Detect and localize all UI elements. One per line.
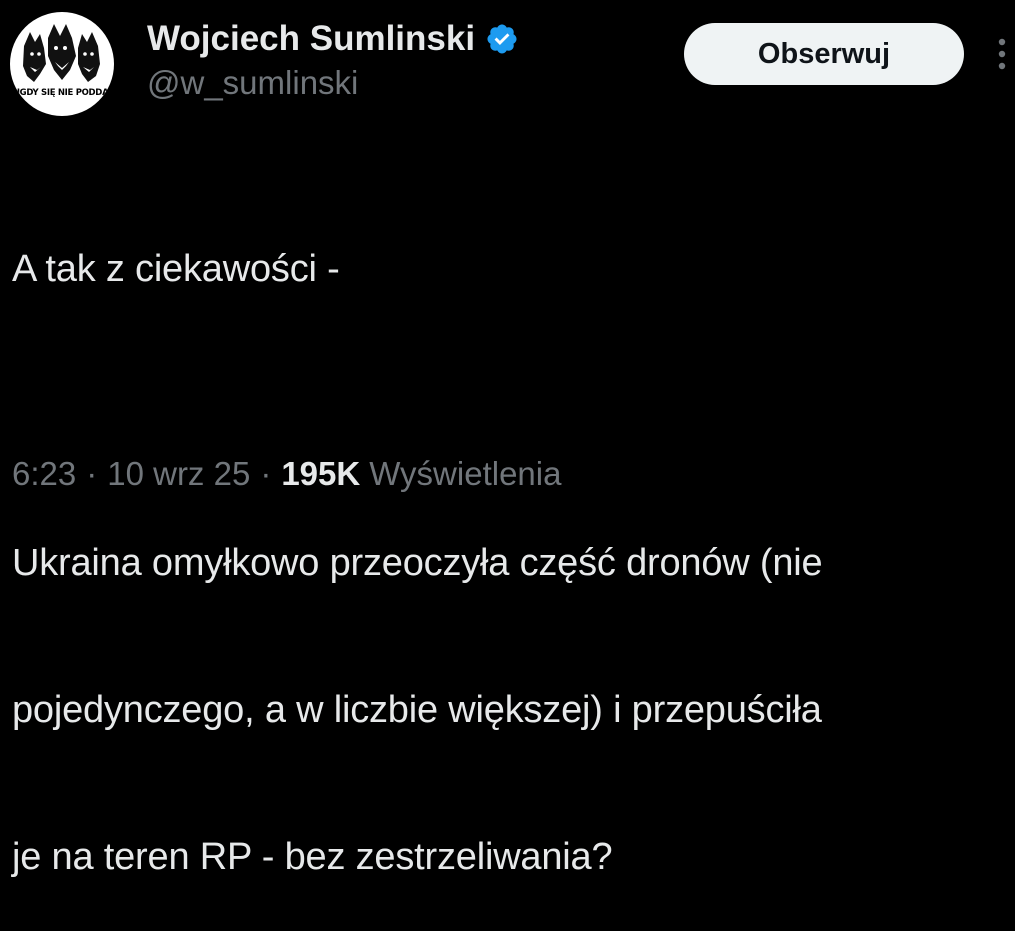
tweet-date[interactable]: 10 wrz 25 xyxy=(107,455,250,493)
meta-separator: · xyxy=(260,455,272,492)
tweet-body: A tak z ciekawości - Ukraina omyłkowo pr… xyxy=(12,147,1007,931)
views-count: 195K xyxy=(281,455,361,492)
more-options-button[interactable] xyxy=(993,37,1011,71)
meta-separator: · xyxy=(86,455,98,492)
tweet-line: A tak z ciekawości - xyxy=(12,248,340,290)
views-label: Wyświetlenia xyxy=(369,455,562,492)
author-display-name[interactable]: Wojciech Sumlinski xyxy=(147,19,475,59)
tweet-meta: 6:23 · 10 wrz 25 · 195K Wyświetlenia xyxy=(12,452,561,496)
author-name-row: Wojciech Sumlinski xyxy=(147,17,519,61)
tweet-line: pojedynczego, a w liczbie większej) i pr… xyxy=(12,689,822,731)
tweet-time[interactable]: 6:23 xyxy=(12,455,76,493)
verified-badge-icon xyxy=(487,24,517,54)
follow-button[interactable]: Obserwuj xyxy=(684,23,964,85)
tweet-line: je na teren RP - bez zestrzeliwania? xyxy=(12,836,613,878)
avatar[interactable]: NIGDY SIĘ NIE PODDAWAJ xyxy=(10,12,114,116)
avatar-caption: NIGDY SIĘ NIE PODDAWAJ xyxy=(10,88,114,98)
author-handle[interactable]: @w_sumlinski xyxy=(147,64,358,102)
more-vertical-icon xyxy=(998,38,1006,70)
tweet-line: Ukraina omyłkowo przeoczyła część dronów… xyxy=(12,542,823,584)
tweet-header: NIGDY SIĘ NIE PODDAWAJ Wojciech Sumlinsk… xyxy=(0,0,1015,120)
wolves-logo-icon xyxy=(23,24,100,82)
